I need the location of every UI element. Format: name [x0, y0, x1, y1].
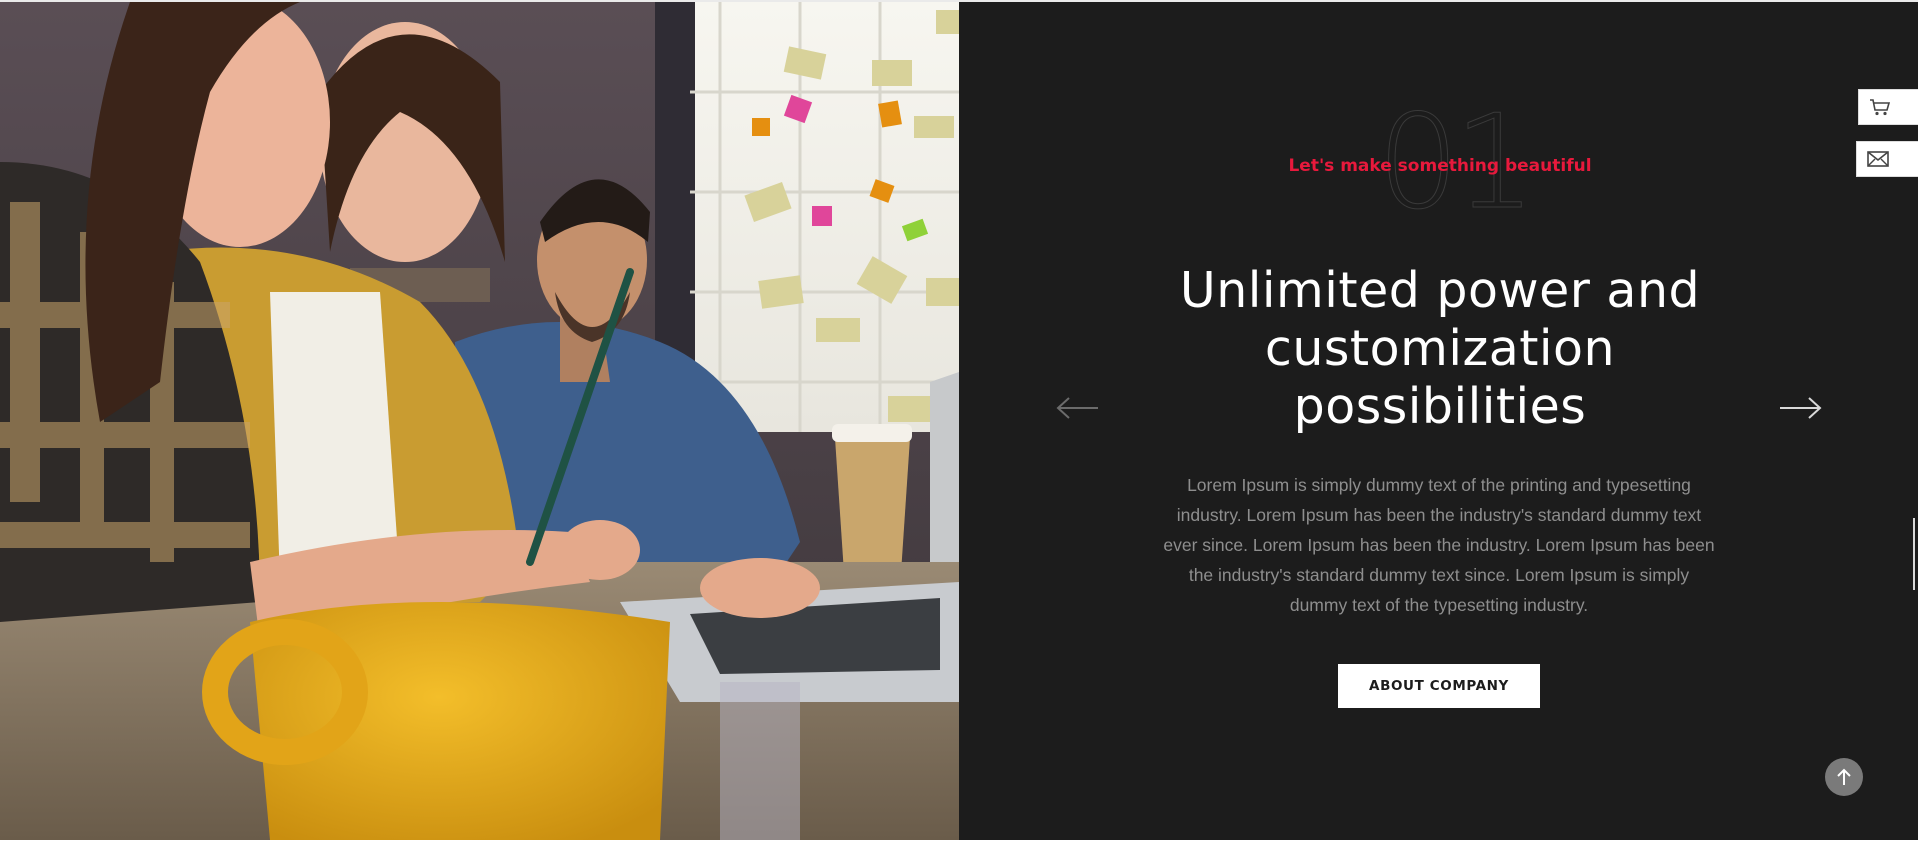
arrow-left-icon [1056, 397, 1098, 419]
contact-side-button[interactable] [1856, 141, 1918, 177]
hero-photo [0, 2, 959, 840]
arrow-up-icon [1837, 768, 1851, 785]
mail-icon [1867, 151, 1889, 167]
slide-tagline: Let's make something beautiful [1288, 156, 1592, 176]
back-to-top-button[interactable] [1825, 758, 1863, 796]
scroll-indicator[interactable] [1913, 518, 1915, 590]
slide-body: Lorem Ipsum is simply dummy text of the … [1163, 475, 1715, 615]
cart-icon [1870, 99, 1891, 116]
slider-prev-button[interactable] [1056, 390, 1100, 426]
about-company-button[interactable]: ABOUT COMPANY [1338, 664, 1540, 708]
cart-side-button[interactable] [1858, 89, 1918, 125]
slider-next-button[interactable] [1778, 390, 1822, 426]
slide-headline: Unlimited power and customization possib… [1179, 262, 1701, 435]
arrow-right-icon [1780, 397, 1822, 419]
